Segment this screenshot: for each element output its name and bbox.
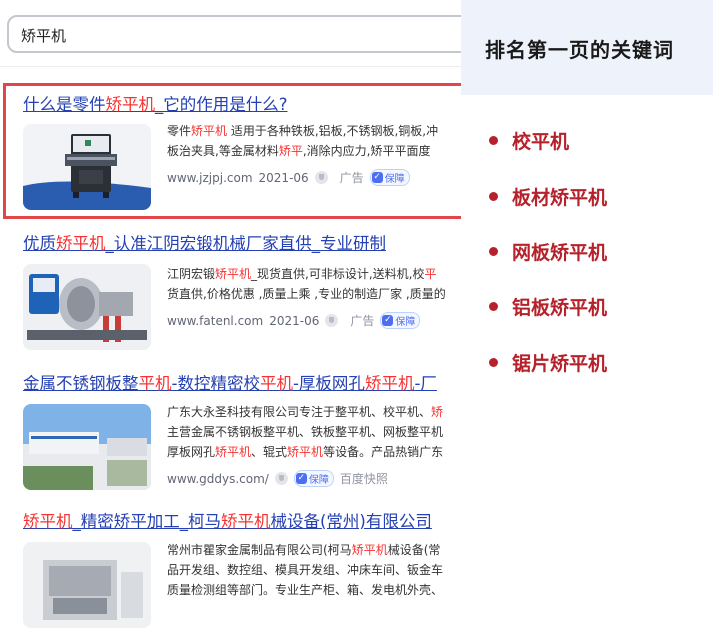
guarantee-badge[interactable]: ✓ 保障	[369, 169, 410, 186]
result-title-link[interactable]: 优质矫平机_认准江阴宏锻机械厂家直供_专业研制	[23, 233, 386, 255]
result-title-link[interactable]: 金属不锈钢板整平机-数控精密校平机-厚板网孔矫平机-厂	[23, 373, 437, 395]
bullet-icon	[489, 247, 498, 256]
result-meta: www.jzjpj.com 2021-06 广告 ✓ 保障	[167, 169, 410, 186]
result-description-line: 江阴宏锻矫平机_现货直供,可非标设计,送料机,校平	[167, 267, 437, 281]
search-input[interactable]	[21, 24, 451, 46]
result-thumbnail[interactable]	[23, 404, 151, 490]
ad-label[interactable]: 广告	[340, 169, 364, 186]
shield-icon[interactable]	[314, 171, 328, 184]
result-domain[interactable]: www.fatenl.com	[167, 314, 263, 328]
search-result: 金属不锈钢板整平机-数控精密校平机-厚板网孔矫平机-厂 广东大永圣科技有限公司专…	[0, 372, 461, 502]
guarantee-badge[interactable]: ✓ 保障	[293, 470, 334, 487]
ad-label[interactable]: 广告	[350, 312, 374, 329]
bullet-icon	[489, 302, 498, 311]
result-date: 2021-06	[269, 313, 320, 328]
bullet-icon	[489, 192, 498, 201]
keyword-item[interactable]: 锯片矫平机	[489, 349, 607, 376]
shield-icon[interactable]	[325, 314, 339, 327]
panel-title: 排名第一页的关键词	[485, 38, 674, 62]
shield-icon[interactable]	[274, 472, 288, 485]
snapshot-link[interactable]: 百度快照	[340, 470, 388, 487]
check-icon: ✓	[371, 172, 383, 183]
result-description-line: 零件矫平机 适用于各种铁板,铝板,不锈钢板,铜板,冲	[167, 124, 439, 138]
check-icon: ✓	[382, 315, 394, 326]
result-description-line: 品开发组、数控组、模具开发组、冲床车间、钣金车	[167, 563, 444, 577]
result-thumbnail[interactable]	[23, 542, 151, 628]
keyword-item[interactable]: 网板矫平机	[489, 238, 607, 265]
search-box[interactable]	[7, 15, 477, 53]
result-description-line: 货直供,价格优惠 ,质量上乘 ,专业的制造厂家 ,质量的	[167, 287, 446, 301]
bullet-icon	[489, 136, 498, 145]
keyword-panel-header: 排名第一页的关键词	[461, 0, 713, 95]
equipment-image	[23, 542, 151, 628]
guarantee-badge[interactable]: ✓ 保障	[380, 312, 421, 329]
search-bar	[0, 0, 477, 67]
keyword-item[interactable]: 校平机	[489, 127, 569, 154]
search-result: 什么是零件矫平机_它的作用是什么? 零件矫平机 适用于各种铁板,铝板,不锈钢板,…	[3, 83, 461, 219]
result-meta: www.fatenl.com 2021-06 广告 ✓ 保障	[167, 312, 421, 329]
leveling-machine-image	[23, 124, 151, 210]
result-meta: www.gddys.com/ ✓ 保障 百度快照	[167, 470, 388, 487]
result-description-line: 板治夹具,等金属材料矫平,消除内应力,矫平平面度	[167, 144, 431, 158]
result-title-link[interactable]: 什么是零件矫平机_它的作用是什么?	[23, 94, 288, 116]
search-results: 什么是零件矫平机_它的作用是什么? 零件矫平机 适用于各种铁板,铝板,不锈钢板,…	[0, 66, 461, 637]
bullet-icon	[489, 358, 498, 367]
result-description-line: 常州市瞿家金属制品有限公司(柯马矫平机械设备(常	[167, 543, 441, 557]
search-result: 矫平机_精密矫平加工_柯马矫平机械设备(常州)有限公司 常州市瞿家金属制品有限公…	[0, 510, 461, 637]
result-date: 2021-06	[258, 170, 309, 185]
result-title-link[interactable]: 矫平机_精密矫平加工_柯马矫平机械设备(常州)有限公司	[23, 511, 432, 533]
result-description-line: 厚板网孔矫平机、辊式矫平机等设备。产品热销广东	[167, 445, 444, 459]
result-thumbnail[interactable]	[23, 264, 151, 350]
keyword-item[interactable]: 板材矫平机	[489, 183, 607, 210]
result-description-line: 质量检测组等部门。专业生产柜、箱、发电机外壳、	[167, 583, 444, 597]
result-description-line: 主营金属不锈钢板整平机、铁板整平机、网板整平机	[167, 425, 444, 439]
keyword-panel: 校平机 板材矫平机 网板矫平机 铝板矫平机 锯片矫平机	[461, 95, 713, 637]
machine-image	[23, 264, 151, 350]
result-domain[interactable]: www.jzjpj.com	[167, 171, 253, 185]
keyword-item[interactable]: 铝板矫平机	[489, 293, 607, 320]
check-icon: ✓	[295, 473, 307, 484]
search-result: 优质矫平机_认准江阴宏锻机械厂家直供_专业研制 江阴宏锻矫平机_现货直供,可非标…	[0, 232, 461, 362]
result-thumbnail[interactable]	[23, 124, 151, 210]
factory-image	[23, 404, 151, 490]
result-domain[interactable]: www.gddys.com/	[167, 472, 269, 486]
result-description-line: 广东大永圣科技有限公司专注于整平机、校平机、矫	[167, 405, 444, 419]
